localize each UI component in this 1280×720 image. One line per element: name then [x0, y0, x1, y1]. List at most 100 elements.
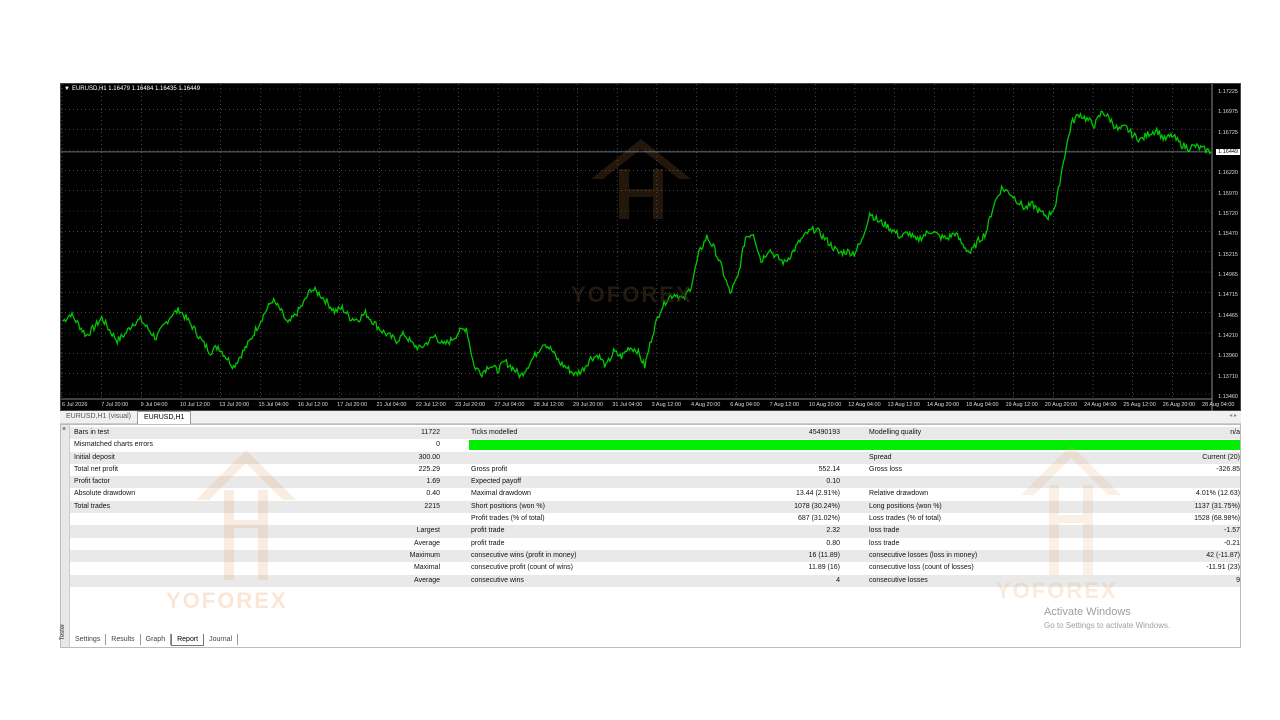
dropdown-triangle-icon[interactable]: ▼ [64, 86, 70, 92]
tab-chart-visual[interactable]: EURUSD,H1 (visual) [60, 411, 137, 423]
time-tick-label: 3 Aug 12:00 [651, 402, 682, 408]
report-cell-c4: 0.10 [826, 478, 840, 486]
time-tick-label: 13 Jul 20:00 [219, 402, 250, 408]
report-cell-c3: Profit trades (% of total) [471, 515, 545, 523]
chart-header: ▼ EURUSD,H1 1.16479 1.16484 1.16435 1.164… [64, 86, 200, 92]
report-cell-c3: Expected payoff [471, 478, 522, 486]
time-tick-label: 31 Jul 04:00 [612, 402, 643, 408]
report-cell-c5: Loss trades (% of total) [869, 515, 941, 523]
price-tick-label: 1.14715 [1218, 292, 1238, 299]
report-cell-c5: Spread [869, 453, 892, 461]
time-tick-label: 28 Jul 12:00 [533, 402, 564, 408]
close-icon[interactable]: × [62, 426, 66, 433]
report-cell-c4: 4 [836, 576, 840, 584]
time-tick-label: 14 Aug 20:00 [926, 402, 960, 408]
price-series-line [62, 110, 1212, 380]
time-tick-label: 21 Jul 04:00 [376, 402, 407, 408]
report-cell-c4: 16 (11.89) [808, 551, 840, 559]
report-cell-c6: 1528 (68.98%) [1194, 515, 1240, 523]
report-cell-c6: -326.85 [1216, 465, 1240, 473]
report-cell-c2: 300.00 [418, 453, 440, 461]
report-row: Maximal consecutive profit (count of wins… [70, 562, 1240, 574]
time-tick-label: 29 Jul 20:00 [573, 402, 603, 408]
report-cell-c6: 9 [1236, 576, 1240, 584]
time-tick-label: 10 Jul 12:00 [179, 402, 210, 408]
tab-report[interactable]: Report [171, 634, 205, 646]
price-tick-label: 1.13960 [1218, 353, 1238, 360]
report-cell-c4: 13.44 (2.91%) [796, 490, 840, 498]
report-cell-c3: profit trade [471, 539, 505, 547]
report-cell-c1: Total net profit [74, 465, 118, 473]
report-cell-c2: 225.29 [418, 465, 440, 473]
report-cell-c3: consecutive wins (profit in money) [471, 551, 577, 559]
report-cell-c3: profit trade [471, 527, 505, 535]
price-tick-label: 1.15970 [1218, 190, 1238, 197]
report-cell-c3: Short positions (won %) [471, 502, 545, 510]
report-table: Bars in test 11722 Ticks modelled 45490193 M… [70, 427, 1240, 587]
report-cell-c3: Maximal drawdown [471, 490, 531, 498]
report-row: Mismatched charts errors 0 [70, 439, 1240, 451]
time-tick-label: 12 Aug 04:00 [848, 402, 881, 408]
time-tick-label: 17 Jul 20:00 [337, 402, 368, 408]
activate-title: Activate Windows [1044, 606, 1131, 618]
report-cell-c5: consecutive loss (count of losses) [869, 564, 974, 572]
report-cell-c6: -11.91 (23) [1206, 564, 1240, 572]
tab-chart-main[interactable]: EURUSD,H1 [136, 411, 192, 424]
report-cell-c2: Largest [416, 527, 440, 535]
report-cell-c6: -1.57 [1224, 527, 1240, 535]
time-tick-label: 6 Aug 04:00 [730, 402, 760, 408]
chart-canvas [61, 84, 1213, 412]
report-cell-c2: Average [414, 539, 440, 547]
time-tick-label: 15 Jul 04:00 [258, 402, 289, 408]
price-tick-label: 1.15215 [1218, 251, 1238, 258]
report-row: Profit trades (% of total) 687 (31.02%) Lo… [70, 513, 1240, 525]
activate-subtitle: Go to Settings to activate Windows. [1044, 621, 1171, 630]
price-tick-label: 1.14465 [1218, 312, 1238, 319]
report-cell-c6: 42 (-11.87) [1206, 551, 1240, 559]
tab-settings[interactable]: Settings [70, 634, 107, 645]
report-cell-c4: 0.80 [826, 539, 840, 547]
report-cell-c6: 1137 (31.75%) [1194, 502, 1240, 510]
price-tick-label: 1.16220 [1218, 170, 1238, 177]
tab-scroll-arrows-icon[interactable]: ◂ ▸ [1229, 412, 1237, 419]
report-row: Average consecutive wins 4 consecutive loss… [70, 574, 1240, 587]
mt4-window: ▼ EURUSD,H1 1.16479 1.16484 1.16435 1.164… [60, 83, 1241, 648]
price-tick-label: 1.13460 [1218, 394, 1238, 400]
watermark-text-left: YOFOREX [166, 588, 288, 613]
tab-graph[interactable]: Graph [141, 634, 172, 645]
time-tick-label: 24 Aug 04:00 [1084, 402, 1117, 408]
time-tick-label: 26 Aug 20:00 [1162, 402, 1196, 408]
price-chart[interactable]: ▼ EURUSD,H1 1.16479 1.16484 1.16435 1.164… [60, 83, 1241, 412]
price-tick-label: 1.14965 [1218, 272, 1238, 279]
report-cell-c3: consecutive wins [471, 576, 524, 584]
report-cell-c1: Initial deposit [74, 453, 115, 461]
activate-windows-notice: Activate Windows Go to Settings to activ… [1044, 606, 1170, 630]
tab-results[interactable]: Results [106, 634, 141, 645]
report-row: Initial deposit 300.00 Spread Current (20) [70, 451, 1240, 464]
report-cell-c5: Long positions (won %) [869, 502, 942, 510]
report-cell-c1: Profit factor [74, 478, 110, 486]
report-cell-c5: loss trade [869, 539, 900, 547]
report-cell-c1: Absolute drawdown [74, 490, 136, 498]
report-cell-c5: consecutive losses (loss in money) [869, 551, 978, 559]
report-cell-c2: 0 [436, 441, 440, 449]
tab-journal[interactable]: Journal [204, 634, 239, 645]
time-tick-label: 19 Aug 12:00 [1005, 402, 1038, 408]
time-tick-label: 10 Aug 20:00 [808, 402, 842, 408]
report-cell-c2: 2215 [424, 502, 440, 510]
time-tick-label: 25 Aug 12:00 [1123, 402, 1156, 408]
report-cell-c3: Gross profit [471, 465, 508, 473]
report-cell-c1: Mismatched charts errors [74, 441, 153, 449]
report-cell-c1: Total trades [74, 502, 111, 510]
time-tick-label: 7 Aug 12:00 [769, 402, 799, 408]
report-cell-c2: Maximum [409, 551, 440, 559]
tester-label: Tester [60, 623, 67, 641]
time-tick-label: 18 Aug 04:00 [966, 402, 999, 408]
report-cell-c2: 11722 [421, 429, 440, 436]
tester-tabs: Settings Results Graph Report Journal [70, 634, 239, 646]
report-cell-c6: 4.01% (12.63) [1196, 490, 1240, 498]
report-cell-c5: Gross loss [869, 465, 903, 473]
time-tick-label: 7 Jul 20:00 [101, 402, 129, 408]
report-cell-c5: consecutive losses [869, 576, 928, 584]
price-tick-label: 1.15720 [1218, 210, 1238, 217]
